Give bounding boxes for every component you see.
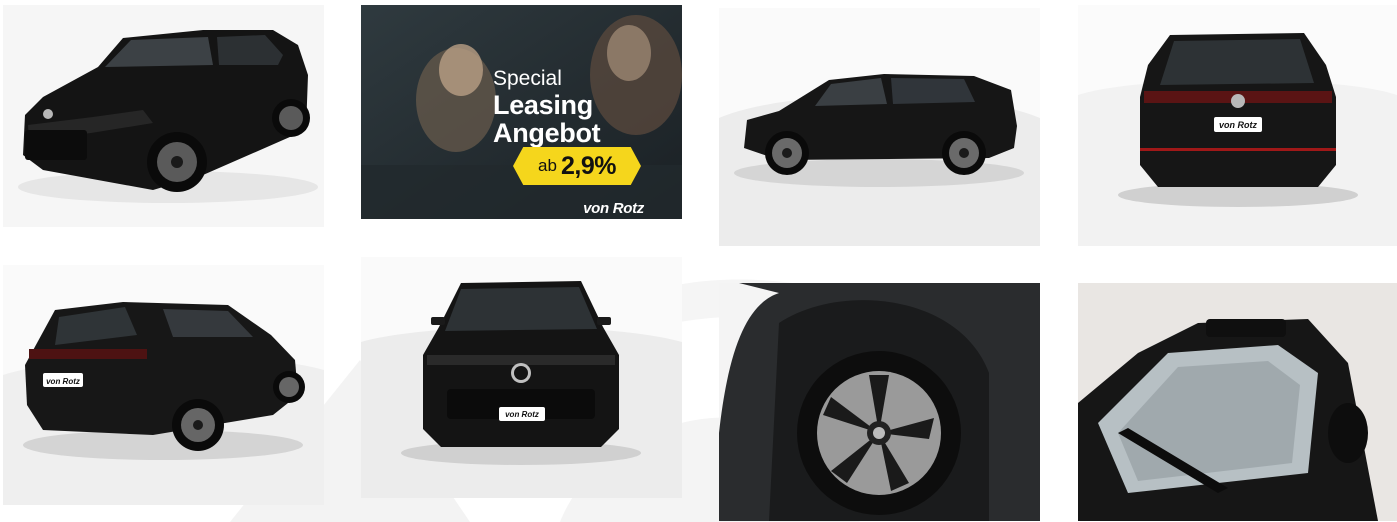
gallery-photo-front[interactable]: von Rotz [361, 257, 682, 498]
car-front-three-quarter-image [3, 5, 324, 227]
promo-angebot-label: Angebot [493, 118, 601, 148]
promo-headline: Special Leasing Angebot [493, 67, 601, 148]
car-wheel-detail-image [719, 283, 1040, 521]
promo-brand-logo: von Rotz [583, 200, 644, 217]
gallery-photo-front-three-quarter[interactable] [3, 5, 324, 227]
car-rear-image: von Rotz [1078, 5, 1397, 246]
gallery-photo-panoramic-roof[interactable] [1078, 283, 1397, 521]
car-front-image: von Rotz [361, 257, 682, 498]
rear-three-quarter-plate-text: von Rotz [46, 377, 80, 386]
gallery-photo-side[interactable] [719, 8, 1040, 246]
rear-plate-text: von Rotz [1219, 120, 1257, 130]
promo-rate-value: 2,9% [560, 151, 616, 180]
leasing-promo-banner[interactable]: Special Leasing Angebot ab 2,9% von Rotz [361, 5, 682, 219]
promo-rate-badge: ab 2,9% [513, 147, 641, 185]
promo-special-label: Special [493, 67, 562, 90]
front-plate-text: von Rotz [505, 410, 539, 419]
gallery-photo-wheel-detail[interactable] [719, 283, 1040, 521]
car-rear-three-quarter-image: von Rotz [3, 265, 324, 505]
gallery-photo-rear[interactable]: von Rotz [1078, 5, 1397, 246]
car-panoramic-roof-image [1078, 283, 1397, 521]
car-side-image [719, 8, 1040, 246]
promo-leasing-label: Leasing [493, 90, 593, 120]
promo-rate-prefix: ab [538, 156, 557, 175]
gallery-photo-rear-three-quarter[interactable]: von Rotz [3, 265, 324, 505]
